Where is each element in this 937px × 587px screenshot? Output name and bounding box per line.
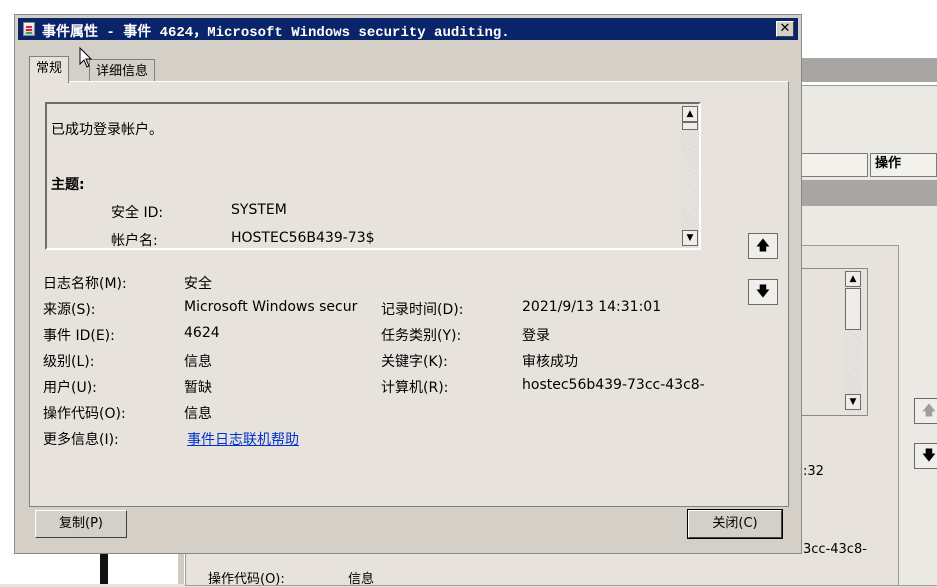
- online-help-link[interactable]: 事件日志联机帮助: [187, 429, 299, 449]
- background-column-header: [800, 153, 868, 177]
- tab-general[interactable]: 常规: [29, 56, 70, 83]
- background-toolbar: [800, 58, 937, 82]
- description-scrollbar[interactable]: ▲ ▼: [681, 104, 699, 248]
- next-event-button[interactable]: 🡇: [748, 279, 778, 305]
- background-left-border: [100, 554, 108, 584]
- description-scroll-thumb[interactable]: [682, 122, 698, 130]
- close-button-frame: 关闭(C): [687, 509, 783, 539]
- event-description-box[interactable]: 已成功登录帐户。 主题: 安全 ID: SYSTEM 帐户名: HOSTEC56…: [45, 102, 701, 250]
- background-opcode-label: 操作代码(O):: [208, 572, 285, 587]
- keywords-value: 审核成功: [522, 354, 578, 370]
- tab-details[interactable]: 详细信息: [89, 59, 156, 83]
- background-section-bar: [800, 180, 937, 206]
- level-label: 级别(L):: [43, 354, 95, 370]
- task-category-label: 任务类别(Y):: [381, 328, 462, 344]
- level-value: 信息: [184, 354, 212, 370]
- close-button[interactable]: 关闭(C): [688, 510, 782, 538]
- background-left-pane: [108, 554, 178, 584]
- logged-label: 记录时间(D):: [381, 302, 464, 318]
- description-summary: 已成功登录帐户。: [51, 122, 163, 138]
- logged-value: 2021/9/13 14:31:01: [522, 299, 662, 315]
- event-viewer-icon: [23, 22, 35, 36]
- task-category-value: 登录: [522, 328, 550, 344]
- close-icon[interactable]: ✕: [776, 21, 794, 37]
- background-nav-down-button[interactable]: 🡇: [914, 443, 937, 469]
- dialog-title: 事件属性 - 事件 4624，Microsoft Windows securit…: [42, 25, 510, 41]
- computer-value: hostec56b439-73cc-43c8-: [522, 377, 705, 393]
- event-id-label: 事件 ID(E):: [43, 328, 115, 344]
- actions-header: 操作: [870, 153, 937, 177]
- keywords-label: 关键字(K):: [381, 354, 448, 370]
- description-account-name-label: 帐户名:: [111, 233, 158, 249]
- description-account-name-value: HOSTEC56B439-73$: [231, 230, 375, 246]
- description-scroll-down-button[interactable]: ▼: [682, 230, 698, 246]
- background-scroll-down-button[interactable]: ▼: [845, 394, 861, 410]
- log-name-value: 安全: [184, 276, 212, 292]
- user-label: 用户(U):: [43, 380, 97, 396]
- background-time-fragment: :32: [803, 464, 824, 479]
- background-nav-up-button[interactable]: 🡅: [914, 398, 937, 424]
- background-scroll-up-button[interactable]: ▲: [845, 271, 861, 287]
- mouse-cursor-icon: [79, 47, 93, 68]
- background-opcode-value: 信息: [348, 572, 375, 587]
- background-computer-fragment: 3cc-43c8-: [803, 542, 867, 557]
- previous-event-button[interactable]: 🡅: [748, 233, 778, 259]
- event-properties-dialog: 事件属性 - 事件 4624，Microsoft Windows securit…: [14, 14, 802, 554]
- description-scroll-up-button[interactable]: ▲: [682, 106, 698, 122]
- source-value: Microsoft Windows secur: [184, 299, 358, 315]
- background-left-frame: [0, 554, 102, 584]
- opcode-value: 信息: [184, 406, 212, 422]
- more-info-label: 更多信息(I):: [43, 432, 119, 448]
- description-security-id-label: 安全 ID:: [111, 205, 164, 221]
- copy-button[interactable]: 复制(P): [35, 510, 127, 538]
- log-name-label: 日志名称(M):: [43, 276, 127, 292]
- event-id-value: 4624: [184, 325, 220, 341]
- description-subject-heading: 主题:: [51, 177, 85, 193]
- background-scroll-thumb[interactable]: [845, 288, 861, 330]
- computer-label: 计算机(R):: [381, 380, 449, 396]
- dialog-titlebar[interactable]: 事件属性 - 事件 4624，Microsoft Windows securit…: [18, 18, 798, 41]
- opcode-label: 操作代码(O):: [43, 406, 126, 422]
- description-security-id-value: SYSTEM: [231, 202, 287, 218]
- user-value: 暂缺: [184, 380, 212, 396]
- background-pane-divider: [178, 554, 184, 584]
- source-label: 来源(S):: [43, 302, 96, 318]
